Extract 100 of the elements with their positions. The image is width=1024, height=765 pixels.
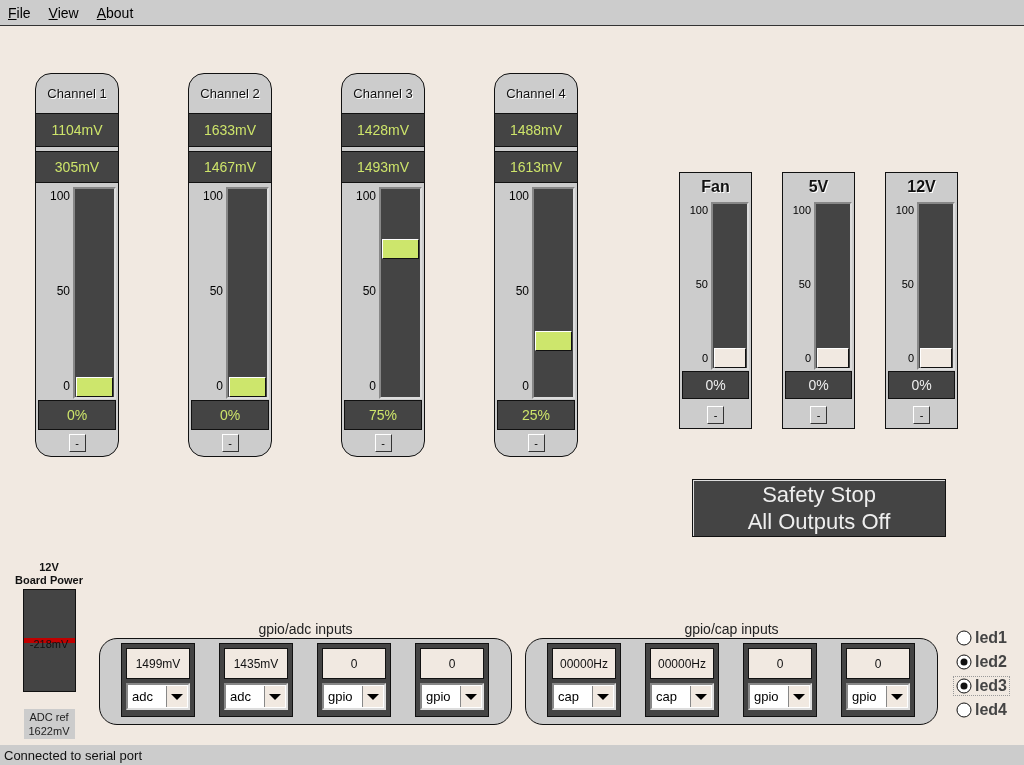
channel-title: Channel 1 [46,85,108,103]
voltage-readout: 1104mV [36,113,118,147]
input-value: 1499mV [126,648,190,679]
caret-icon [264,686,285,707]
slider-track[interactable] [917,202,955,370]
minus-button[interactable]: - [68,434,86,452]
slider-track[interactable] [711,202,749,370]
slider-thumb[interactable] [229,377,266,397]
scale-label: 0 [907,352,914,364]
scale-label: 0 [804,352,811,364]
slider-thumb[interactable] [76,377,113,397]
status-bar: Connected to serial port [0,745,1024,765]
input-value: 0 [322,648,386,679]
safety-stop-button[interactable]: Safety Stop All Outputs Off [692,479,946,537]
slider-track[interactable] [226,187,269,399]
caret-icon [592,686,613,707]
output-title: Fan [700,177,731,197]
adc-ref-label: ADC ref 1622mV [23,709,75,739]
scale-label: 50 [798,278,811,290]
input-value: 0 [748,648,812,679]
percent-readout: 0% [191,400,269,430]
percent-readout: 75% [344,400,422,430]
percent-readout: 0% [785,371,852,399]
scale-label: 50 [209,284,223,298]
channel-title: Channel 3 [352,85,414,103]
scale-label: 0 [63,379,70,393]
scale-label: 0 [701,352,708,364]
slider-thumb[interactable] [817,348,849,368]
voltage-readout: 1467mV [189,151,271,183]
percent-readout: 0% [888,371,955,399]
output-title: 5V [807,177,830,197]
scale-label: 100 [689,204,708,216]
percent-readout: 0% [38,400,116,430]
slider-track[interactable] [73,187,116,399]
scale-label: 50 [695,278,708,290]
led-radio[interactable]: led1 [953,628,1010,648]
scale-label: 100 [895,204,914,216]
mode-dropdown[interactable]: gpio [420,683,484,710]
slider-thumb[interactable] [920,348,952,368]
scale-label: 50 [515,284,529,298]
minus-button[interactable]: - [707,406,724,424]
mode-dropdown[interactable]: adc [126,683,190,710]
slider-track[interactable] [814,202,852,370]
minus-button[interactable]: - [913,406,930,424]
minus-button[interactable]: - [374,434,392,452]
mode-dropdown[interactable]: gpio [846,683,910,710]
mode-dropdown[interactable]: cap [552,683,616,710]
input-value: 00000Hz [650,648,714,679]
led-radio[interactable]: led4 [953,700,1010,720]
menu-item[interactable]: File [8,4,31,21]
mode-dropdown[interactable]: cap [650,683,714,710]
mode-dropdown[interactable]: gpio [748,683,812,710]
scale-label: 100 [202,189,223,203]
scale-label: 100 [355,189,376,203]
caret-icon [460,686,481,707]
input-value: 0 [420,648,484,679]
led-radio[interactable]: led3 [953,676,1010,696]
slider-track[interactable] [532,187,575,399]
minus-button[interactable]: - [527,434,545,452]
scale-label: 0 [216,379,223,393]
percent-readout: 25% [497,400,575,430]
board-power-title: 12V Board Power [15,561,83,587]
slider-track[interactable] [379,187,422,399]
voltage-readout: 1488mV [495,113,577,147]
voltage-readout: 1633mV [189,113,271,147]
voltage-readout: 305mV [36,151,118,183]
caret-icon [166,686,187,707]
channel-title: Channel 4 [505,85,567,103]
voltage-readout: 1428mV [342,113,424,147]
input-value: 00000Hz [552,648,616,679]
voltage-readout: 1493mV [342,151,424,183]
output-title: 12V [906,177,937,197]
voltage-readout: 1613mV [495,151,577,183]
minus-button[interactable]: - [810,406,827,424]
percent-readout: 0% [682,371,749,399]
scale-label: 0 [522,379,529,393]
caret-icon [362,686,383,707]
minus-button[interactable]: - [221,434,239,452]
scale-label: 50 [56,284,70,298]
group-title: gpio/cap inputs [684,621,779,638]
scale-label: 0 [369,379,376,393]
group-title: gpio/adc inputs [258,621,353,638]
input-value: 1435mV [224,648,288,679]
slider-thumb[interactable] [535,331,572,351]
scale-label: 50 [362,284,376,298]
caret-icon [690,686,711,707]
menu-item[interactable]: About [96,4,134,21]
channel-title: Channel 2 [199,85,261,103]
input-value: 0 [846,648,910,679]
led-radio[interactable]: led2 [953,652,1010,672]
scale-label: 100 [49,189,70,203]
scale-label: 100 [792,204,811,216]
menu-item[interactable]: View [48,4,79,21]
slider-thumb[interactable] [382,239,419,259]
mode-dropdown[interactable]: adc [224,683,288,710]
scale-label: 50 [901,278,914,290]
mode-dropdown[interactable]: gpio [322,683,386,710]
slider-thumb[interactable] [714,348,746,368]
scale-label: 100 [508,189,529,203]
caret-icon [886,686,907,707]
